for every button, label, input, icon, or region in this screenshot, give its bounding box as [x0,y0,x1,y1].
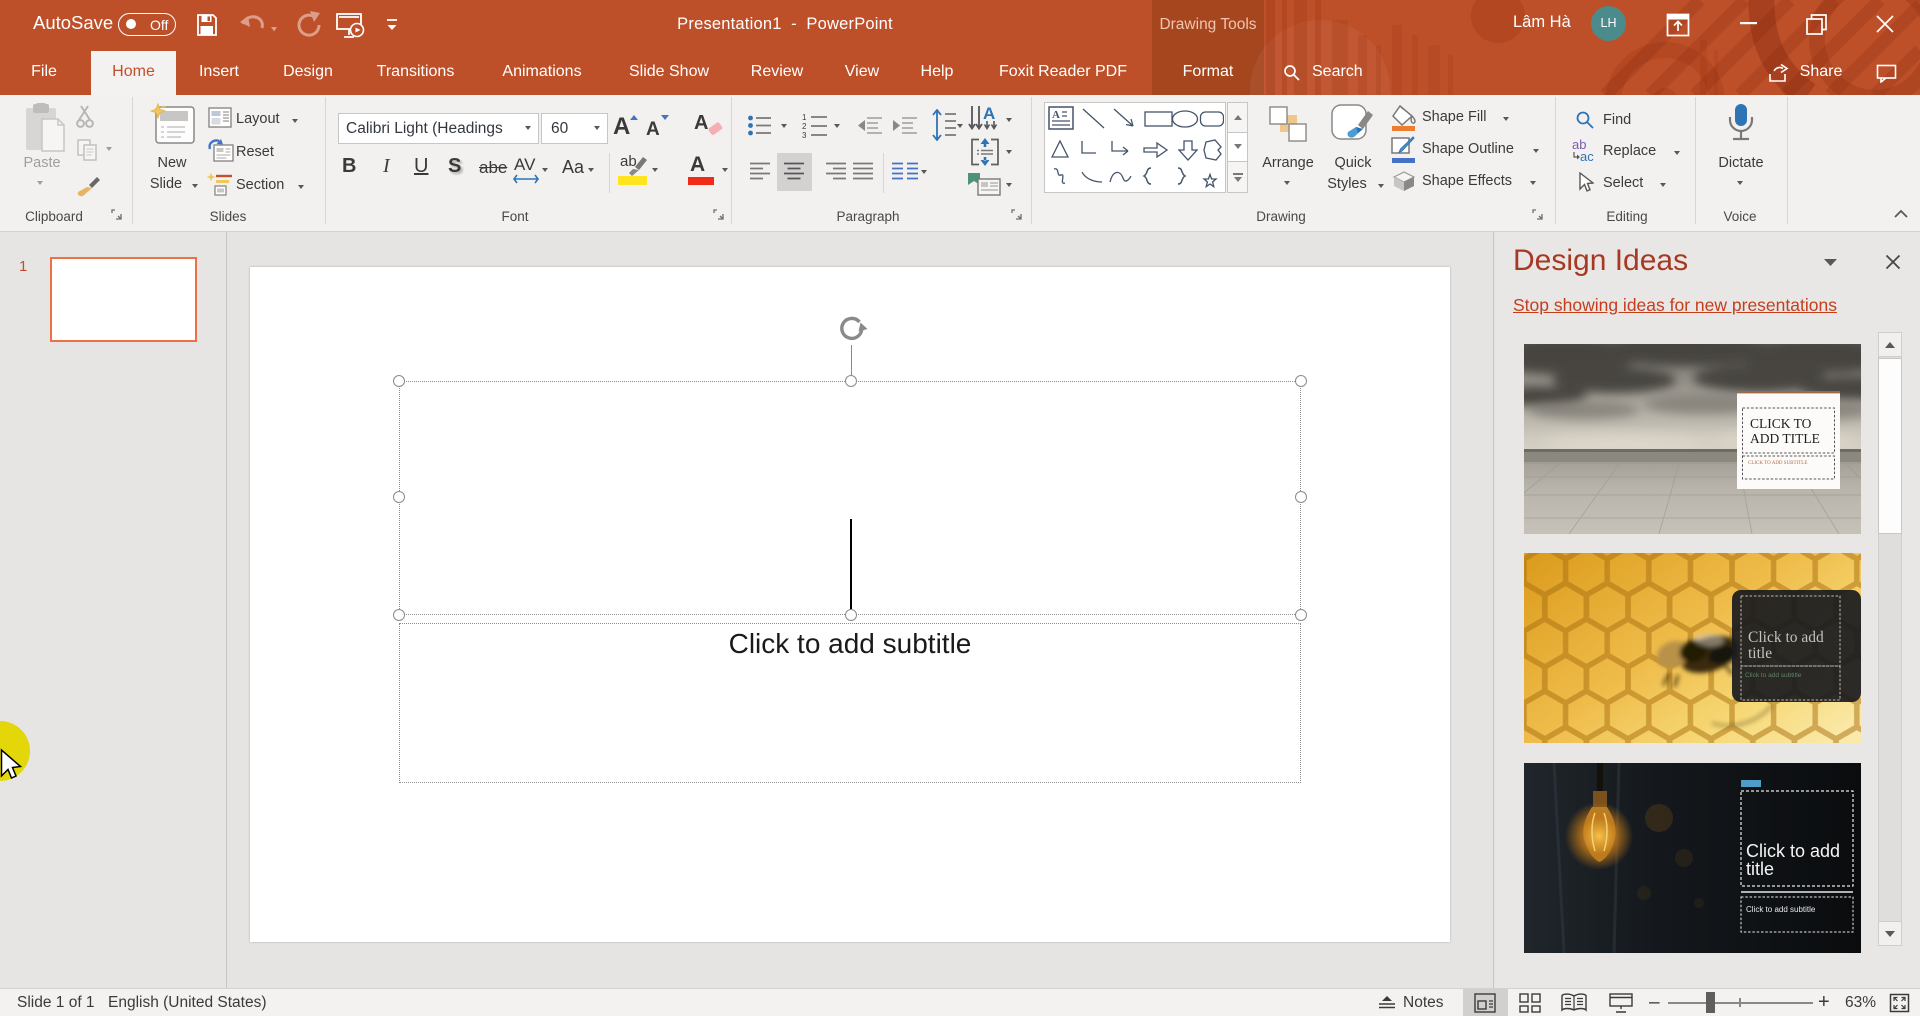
svg-text:CLICK TO ADD SUBTITLE: CLICK TO ADD SUBTITLE [1748,461,1807,466]
svg-text:2: 2 [802,122,807,131]
svg-text:A: A [1052,109,1060,121]
svg-text:Click to add subtitle: Click to add subtitle [1745,672,1802,679]
svg-text:1: 1 [802,113,807,122]
svg-text:A: A [983,105,995,123]
svg-text:title: title [1746,859,1774,879]
svg-text:Click to add subtitle: Click to add subtitle [1746,905,1816,914]
svg-text:CLICK TO: CLICK TO [1750,416,1812,431]
svg-text:Click to add: Click to add [1746,841,1840,861]
svg-text:ADD TITLE: ADD TITLE [1750,431,1820,446]
svg-text:3: 3 [802,131,807,138]
svg-text:title: title [1748,645,1772,662]
svg-text:ac: ac [1580,149,1594,163]
svg-text:Click to add: Click to add [1748,629,1824,646]
